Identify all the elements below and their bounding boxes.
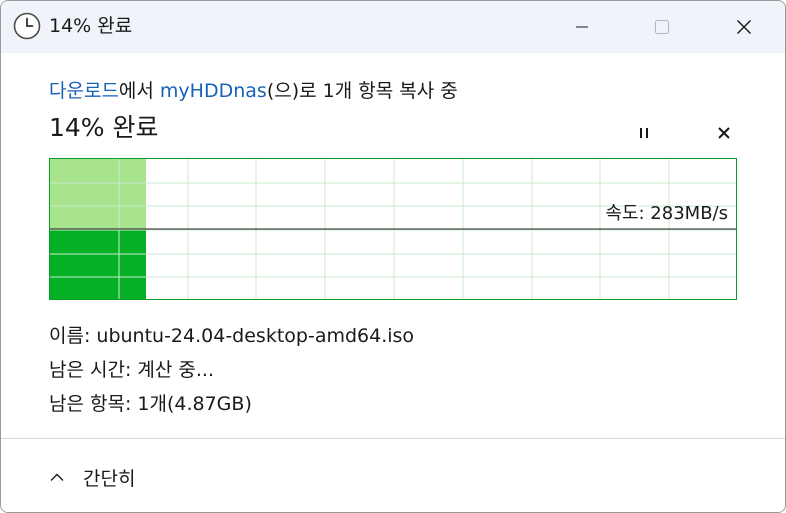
status-text-to: (으)로 1개 항목 복사 중 [266, 80, 458, 102]
minimize-button[interactable] [553, 1, 611, 53]
speed-area-fill [50, 229, 146, 299]
destination-folder-link[interactable]: myHDDnas [160, 80, 267, 102]
copy-status-line: 다운로드에서 myHDDnas(으)로 1개 항목 복사 중 [49, 77, 458, 105]
clock-icon [13, 12, 41, 40]
status-text-from: 에서 [118, 80, 160, 102]
window-title: 14% 완료 [49, 15, 133, 37]
completed-area-fill [50, 159, 146, 229]
title-bar[interactable]: 14% 완료 [1, 1, 785, 53]
maximize-icon [655, 20, 669, 34]
fewer-details-button[interactable]: 간단히 [49, 459, 135, 495]
maximize-button[interactable] [633, 1, 691, 53]
items-remaining-label: 남은 항목: 1개(4.87GB) [49, 393, 252, 415]
close-window-button[interactable] [715, 1, 773, 53]
minimize-icon [576, 26, 588, 28]
fewer-details-label: 간단히 [83, 467, 136, 490]
pause-button[interactable] [630, 121, 658, 145]
cancel-copy-button[interactable] [710, 121, 738, 145]
pause-icon [640, 128, 648, 138]
time-remaining-label: 남은 시간: 계산 중... [49, 359, 214, 381]
chevron-up-icon [50, 473, 64, 481]
transfer-speed-graph: 속도: 283MB/s [49, 158, 737, 300]
percent-complete-heading: 14% 완료 [49, 113, 159, 142]
source-folder-link[interactable]: 다운로드 [49, 80, 119, 102]
progress-content: 다운로드에서 myHDDnas(으)로 1개 항목 복사 중 14% 완료 속도… [1, 53, 785, 438]
cancel-icon [718, 127, 730, 139]
speed-graph-canvas [50, 159, 736, 299]
close-icon [737, 20, 751, 34]
copy-progress-dialog: 14% 완료 다운로드에서 myHDDnas(으)로 1개 항목 복사 중 14… [0, 0, 786, 513]
transfer-speed-label: 속도: 283MB/s [605, 203, 728, 224]
file-name-label: 이름: ubuntu-24.04-desktop-amd64.iso [49, 325, 415, 347]
dialog-footer: 간단히 [1, 439, 785, 512]
